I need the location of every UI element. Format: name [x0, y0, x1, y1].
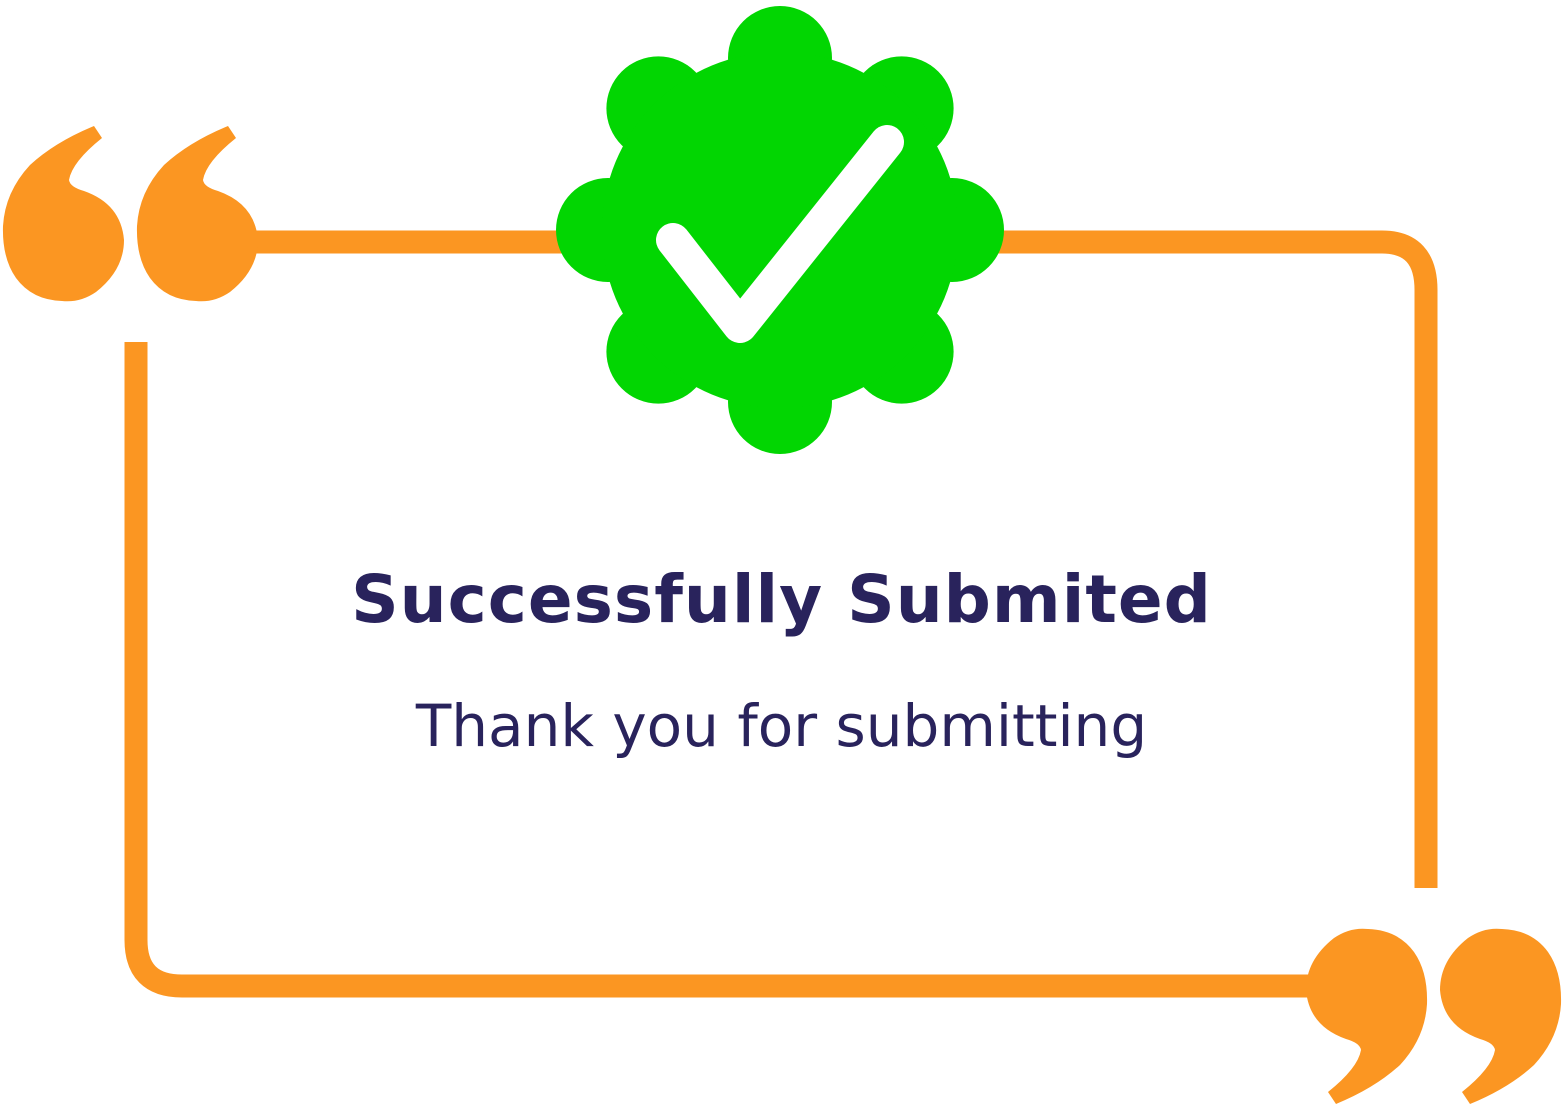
close-quote-icon	[1306, 928, 1562, 1104]
check-badge-icon	[556, 6, 1004, 454]
frame-bottom-line	[124, 342, 1312, 998]
success-title: Successfully Submited	[351, 561, 1212, 638]
success-card	[2, 6, 1562, 1104]
success-subtitle: Thank you for submitting	[415, 692, 1148, 760]
open-quote-icon	[2, 126, 258, 302]
